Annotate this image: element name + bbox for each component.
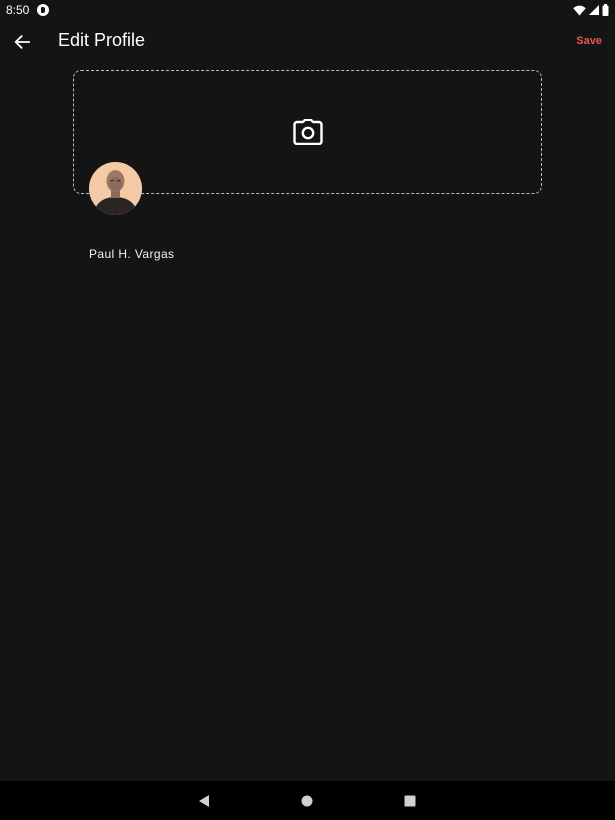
back-button[interactable]: [10, 31, 34, 53]
system-nav-bar: [0, 781, 615, 820]
app-bar: Edit Profile Save: [0, 24, 615, 60]
profile-name: Paul H. Vargas: [89, 247, 175, 261]
arrow-back-icon: [14, 35, 30, 49]
nav-back-icon[interactable]: [196, 793, 212, 809]
avatar[interactable]: [89, 162, 142, 215]
edit-profile-screen: 8:50 Edit Profile Save Paul H. Vargas: [0, 0, 615, 820]
page-title: Edit Profile: [58, 30, 146, 50]
save-button[interactable]: Save: [576, 35, 602, 47]
wifi-icon: [573, 5, 586, 15]
cell-signal-icon: [589, 5, 599, 15]
nav-recents-icon[interactable]: [402, 793, 418, 809]
battery-icon: [602, 4, 609, 16]
avatar-photo: [89, 162, 142, 215]
cover-image-dropzone[interactable]: [73, 70, 542, 194]
status-time: 8:50: [6, 3, 30, 17]
status-left: 8:50: [6, 3, 50, 17]
status-right: [573, 4, 609, 16]
camera-icon: [292, 119, 323, 145]
nav-home-icon[interactable]: [299, 793, 315, 809]
status-bar: 8:50: [0, 0, 615, 20]
app-notification-icon: [37, 4, 50, 16]
